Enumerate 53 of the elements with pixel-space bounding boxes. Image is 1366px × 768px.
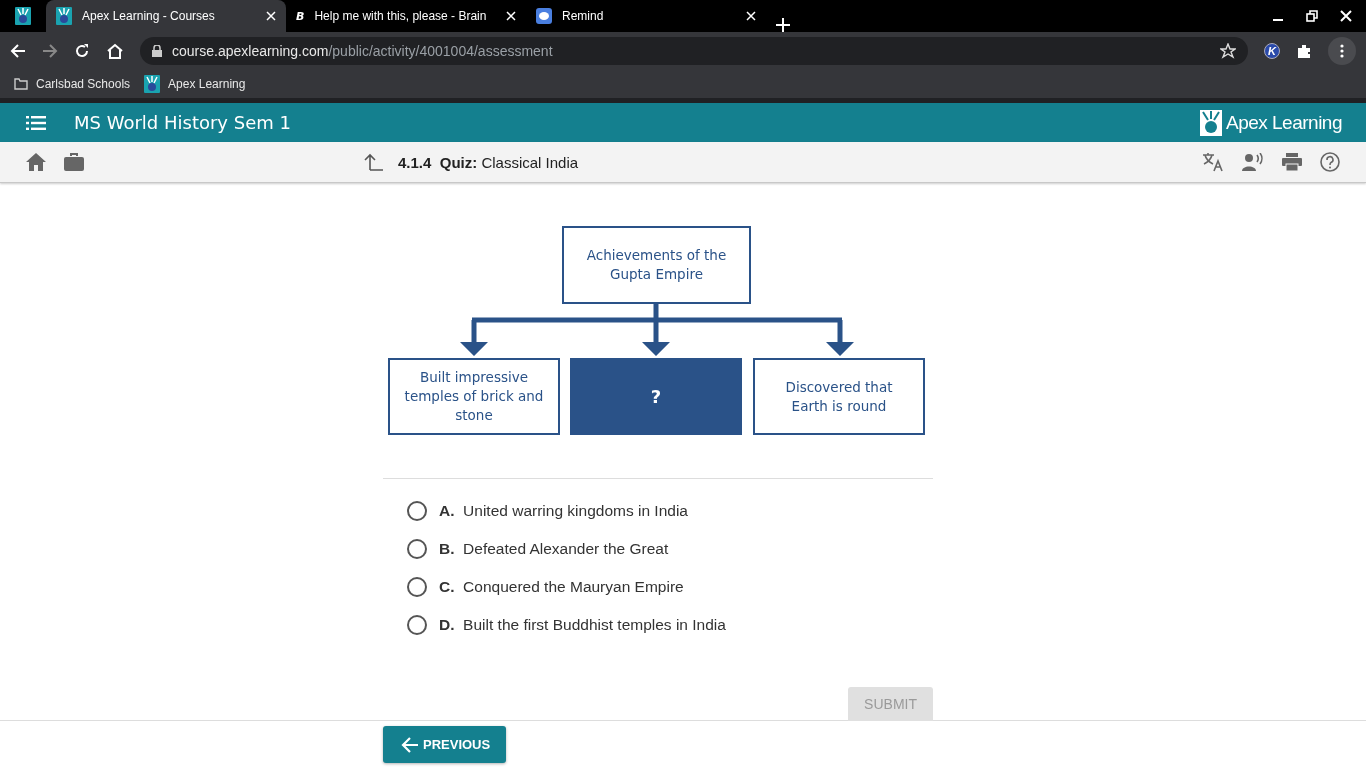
folder-icon xyxy=(14,78,28,90)
answer-option[interactable]: C. Conquered the Mauryan Empire xyxy=(439,578,684,596)
up-arrow-icon[interactable] xyxy=(364,153,384,171)
radio-button[interactable] xyxy=(407,577,427,597)
browser-tab[interactable]: B Help me with this, please - Brain xyxy=(286,0,526,32)
menu-icon[interactable] xyxy=(1328,37,1356,65)
tab-logo-icon xyxy=(56,7,72,25)
browser-tab[interactable]: Apex Learning - Courses xyxy=(46,0,286,32)
home-icon[interactable] xyxy=(106,43,124,59)
address-bar[interactable]: course.apexlearning.com/public/activity/4001004/assessment xyxy=(140,37,1248,65)
bookmark-logo-icon xyxy=(144,75,161,93)
lightbulb-logo-icon xyxy=(1199,109,1222,136)
missing-answer-box: ? xyxy=(570,358,742,435)
course-title: MS World History Sem 1 xyxy=(74,112,291,133)
close-icon[interactable] xyxy=(746,11,756,21)
star-icon[interactable] xyxy=(1220,43,1236,59)
tab-logo-icon: B xyxy=(296,9,305,23)
answer-option[interactable]: D. Built the first Buddhist temples in India xyxy=(439,616,726,634)
close-icon[interactable] xyxy=(266,11,276,21)
browser-tab[interactable]: Remind xyxy=(526,0,766,32)
home-icon[interactable] xyxy=(26,153,46,171)
window-logo-icon xyxy=(15,7,31,25)
diagram-title-box: Achievements of the Gupta Empire xyxy=(562,226,751,304)
menu-icon[interactable] xyxy=(26,115,46,130)
logo-text: Apex Learning xyxy=(1225,111,1342,134)
help-icon[interactable] xyxy=(1320,152,1340,172)
bookmark[interactable]: Apex Learning xyxy=(144,75,246,93)
close-icon[interactable] xyxy=(1340,10,1352,22)
reload-icon[interactable] xyxy=(74,43,90,59)
speaker-person-icon[interactable] xyxy=(1242,153,1264,171)
activity-title: 4.1.4 Quiz: Classical India xyxy=(398,153,579,171)
new-tab-icon[interactable] xyxy=(776,18,790,32)
back-icon[interactable] xyxy=(10,43,26,59)
left-arrow-icon xyxy=(401,736,419,753)
briefcase-icon[interactable] xyxy=(64,153,84,171)
diagram-box: Built impressive temples of brick and stone xyxy=(388,358,560,435)
translate-icon[interactable] xyxy=(1202,152,1224,172)
restore-icon[interactable] xyxy=(1306,10,1318,22)
previous-button[interactable]: PREVIOUS xyxy=(383,726,507,763)
radio-button[interactable] xyxy=(407,539,427,559)
diagram-box: Discovered that Earth is round xyxy=(753,358,925,435)
tab-logo-icon xyxy=(536,8,552,24)
extension-icon[interactable]: K xyxy=(1264,43,1280,59)
print-icon[interactable] xyxy=(1282,153,1302,171)
close-icon[interactable] xyxy=(506,11,516,21)
answer-option[interactable]: B. Defeated Alexander the Great xyxy=(439,540,669,558)
forward-icon[interactable] xyxy=(42,43,58,59)
lock-icon xyxy=(152,45,162,57)
radio-button[interactable] xyxy=(407,501,427,521)
puzzle-icon[interactable] xyxy=(1296,43,1312,59)
bookmark[interactable]: Carlsbad Schools xyxy=(14,77,131,91)
answer-option[interactable]: A. United warring kingdoms in India xyxy=(439,502,688,520)
radio-button[interactable] xyxy=(407,615,427,635)
